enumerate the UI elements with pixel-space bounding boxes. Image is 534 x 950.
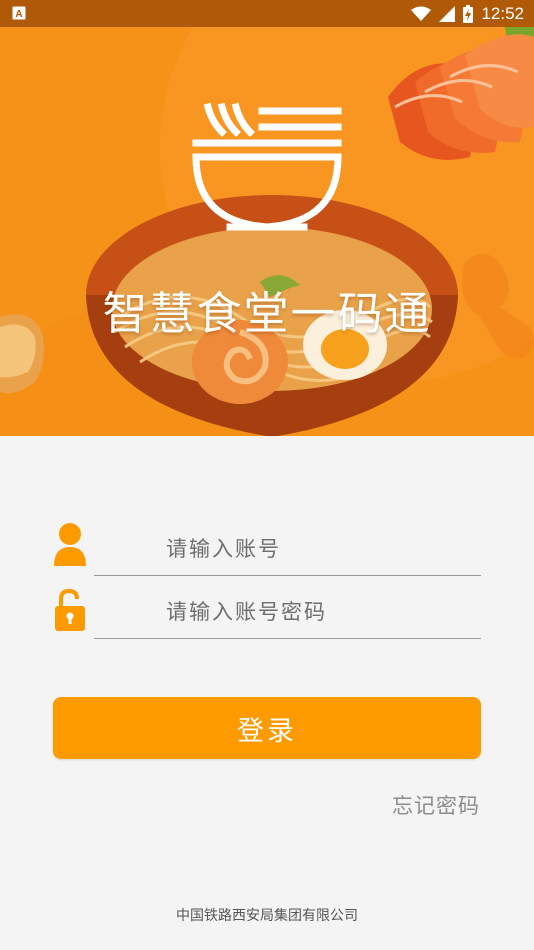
account-field xyxy=(94,518,481,576)
footer-company: 中国铁路西安局集团有限公司 xyxy=(176,908,358,924)
hero-illustration xyxy=(0,27,534,436)
app-title: 智慧食堂一码通 xyxy=(102,287,432,340)
status-time: 12:52 xyxy=(481,3,524,23)
forgot-password-link[interactable]: 忘记密码 xyxy=(392,790,480,820)
hero-banner: 智慧食堂一码通 xyxy=(0,27,534,436)
notification-a-icon: A xyxy=(12,6,26,20)
wifi-icon xyxy=(411,6,432,21)
account-input[interactable] xyxy=(164,532,468,566)
unlock-icon xyxy=(55,588,85,631)
cell-signal-icon xyxy=(439,5,456,22)
user-icon xyxy=(54,523,86,566)
password-input[interactable] xyxy=(164,595,468,629)
battery-charging-icon xyxy=(463,4,474,23)
login-button[interactable]: 登录 xyxy=(53,697,481,759)
status-bar: A 12:52 xyxy=(0,0,534,27)
svg-text:A: A xyxy=(15,9,22,20)
password-field xyxy=(94,581,481,639)
